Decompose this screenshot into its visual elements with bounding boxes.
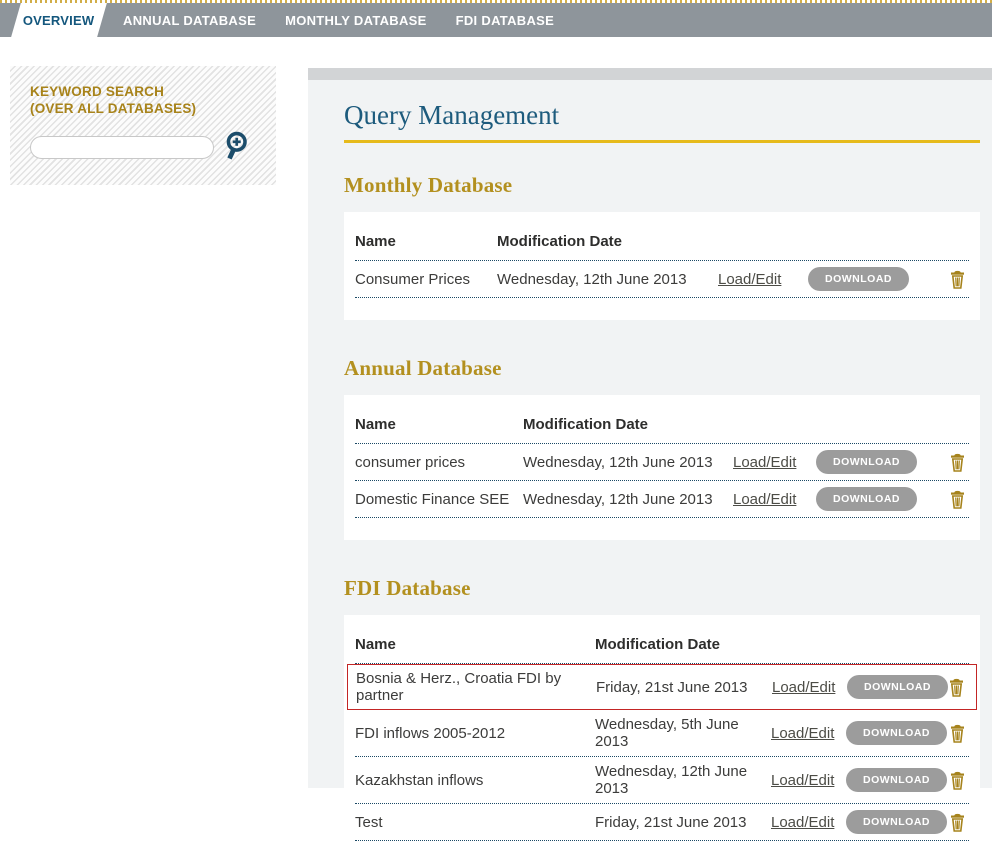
section-annual-database: Annual Database Name Modification Date c… [344, 356, 980, 540]
table-row: Domestic Finance SEE Wednesday, 12th Jun… [355, 481, 969, 518]
section-title: Monthly Database [344, 173, 980, 198]
trash-icon [950, 820, 965, 835]
load-edit-link[interactable]: Load/Edit [772, 679, 835, 696]
keyword-search-label: KEYWORD SEARCH (OVER ALL DATABASES) [30, 83, 276, 117]
trash-icon [950, 497, 965, 512]
col-date-header: Modification Date [595, 636, 771, 653]
tab-overview-label: OVERVIEW [23, 13, 94, 28]
delete-button[interactable] [950, 490, 965, 509]
table-row: consumer prices Wednesday, 12th June 201… [355, 444, 969, 481]
load-edit-link[interactable]: Load/Edit [771, 772, 834, 789]
section-title: Annual Database [344, 356, 980, 381]
keyword-search-label-line1: KEYWORD SEARCH [30, 83, 276, 100]
table-body: Bosnia & Herz., Croatia FDI by partner F… [355, 664, 969, 841]
delete-button[interactable] [950, 813, 965, 832]
download-button[interactable]: DOWNLOAD [816, 450, 917, 474]
table-body: consumer prices Wednesday, 12th June 201… [355, 444, 969, 518]
col-name-header: Name [355, 636, 595, 653]
section-card: Name Modification Date Bosnia & Herz., C… [344, 615, 980, 863]
table-body: Consumer Prices Wednesday, 12th June 201… [355, 261, 969, 298]
row-name: Consumer Prices [355, 271, 497, 288]
nav-links: ANNUAL DATABASE MONTHLY DATABASE FDI DAT… [123, 3, 554, 37]
load-edit-link[interactable]: Load/Edit [771, 725, 834, 742]
col-name-header: Name [355, 416, 523, 433]
trash-icon [950, 277, 965, 292]
row-name: Test [355, 814, 595, 831]
row-date: Friday, 21st June 2013 [595, 814, 771, 831]
tab-overview[interactable]: OVERVIEW [11, 3, 107, 37]
tab-annual-database[interactable]: ANNUAL DATABASE [123, 13, 256, 28]
table-header-row: Name Modification Date [355, 408, 969, 444]
download-button[interactable]: DOWNLOAD [846, 721, 947, 745]
main-content: Query Management Monthly Database Name M… [308, 68, 992, 788]
trash-icon [949, 685, 964, 700]
download-button[interactable]: DOWNLOAD [816, 487, 917, 511]
col-name-header: Name [355, 233, 497, 250]
section-title: FDI Database [344, 576, 980, 601]
table-row: Bosnia & Herz., Croatia FDI by partner F… [347, 664, 977, 710]
col-date-header: Modification Date [497, 233, 718, 250]
table-header-row: Name Modification Date [355, 225, 969, 261]
top-navigation-bar: OVERVIEW ANNUAL DATABASE MONTHLY DATABAS… [0, 3, 992, 37]
download-button[interactable]: DOWNLOAD [847, 675, 948, 699]
keyword-search-panel: KEYWORD SEARCH (OVER ALL DATABASES) [10, 66, 276, 185]
delete-button[interactable] [950, 453, 965, 472]
row-name: Kazakhstan inflows [355, 772, 595, 789]
row-name: Bosnia & Herz., Croatia FDI by partner [356, 670, 596, 704]
search-row [30, 130, 276, 164]
row-date: Wednesday, 12th June 2013 [523, 491, 733, 508]
load-edit-link[interactable]: Load/Edit [771, 814, 834, 831]
keyword-search-label-line2: (OVER ALL DATABASES) [30, 100, 276, 117]
keyword-search-input[interactable] [30, 136, 214, 159]
tab-monthly-database[interactable]: MONTHLY DATABASE [285, 13, 427, 28]
table-row: Kazakhstan inflows Wednesday, 12th June … [355, 757, 969, 804]
delete-button[interactable] [950, 724, 965, 743]
download-button[interactable]: DOWNLOAD [846, 768, 947, 792]
magnifier-plus-icon [221, 152, 251, 167]
row-date: Wednesday, 12th June 2013 [595, 763, 771, 797]
load-edit-link[interactable]: Load/Edit [733, 491, 796, 508]
row-name: Domestic Finance SEE [355, 491, 523, 508]
row-date: Wednesday, 12th June 2013 [523, 454, 733, 471]
trash-icon [950, 731, 965, 746]
col-date-header: Modification Date [523, 416, 733, 433]
tab-fdi-database[interactable]: FDI DATABASE [456, 13, 554, 28]
row-name: FDI inflows 2005-2012 [355, 725, 595, 742]
row-date: Wednesday, 5th June 2013 [595, 716, 771, 750]
trash-icon [950, 778, 965, 793]
load-edit-link[interactable]: Load/Edit [733, 454, 796, 471]
search-submit-button[interactable] [221, 130, 251, 164]
load-edit-link[interactable]: Load/Edit [718, 271, 781, 288]
trash-icon [950, 460, 965, 475]
download-button[interactable]: DOWNLOAD [808, 267, 909, 291]
table-row: Test Friday, 21st June 2013 Load/Edit DO… [355, 804, 969, 841]
table-row: FDI inflows 2005-2012 Wednesday, 5th Jun… [355, 710, 969, 757]
table-row: Consumer Prices Wednesday, 12th June 201… [355, 261, 969, 298]
section-monthly-database: Monthly Database Name Modification Date … [344, 173, 980, 320]
delete-button[interactable] [950, 270, 965, 289]
row-date: Wednesday, 12th June 2013 [497, 271, 718, 288]
section-card: Name Modification Date consumer prices W… [344, 395, 980, 540]
section-card: Name Modification Date Consumer Prices W… [344, 212, 980, 320]
section-fdi-database: FDI Database Name Modification Date Bosn… [344, 576, 980, 863]
row-name: consumer prices [355, 454, 523, 471]
content-top-gray-bar [308, 68, 992, 80]
table-header-row: Name Modification Date [355, 628, 969, 664]
page-title: Query Management [344, 100, 980, 143]
download-button[interactable]: DOWNLOAD [846, 810, 947, 834]
delete-button[interactable] [950, 771, 965, 790]
delete-button[interactable] [949, 678, 964, 697]
row-date: Friday, 21st June 2013 [596, 679, 772, 696]
